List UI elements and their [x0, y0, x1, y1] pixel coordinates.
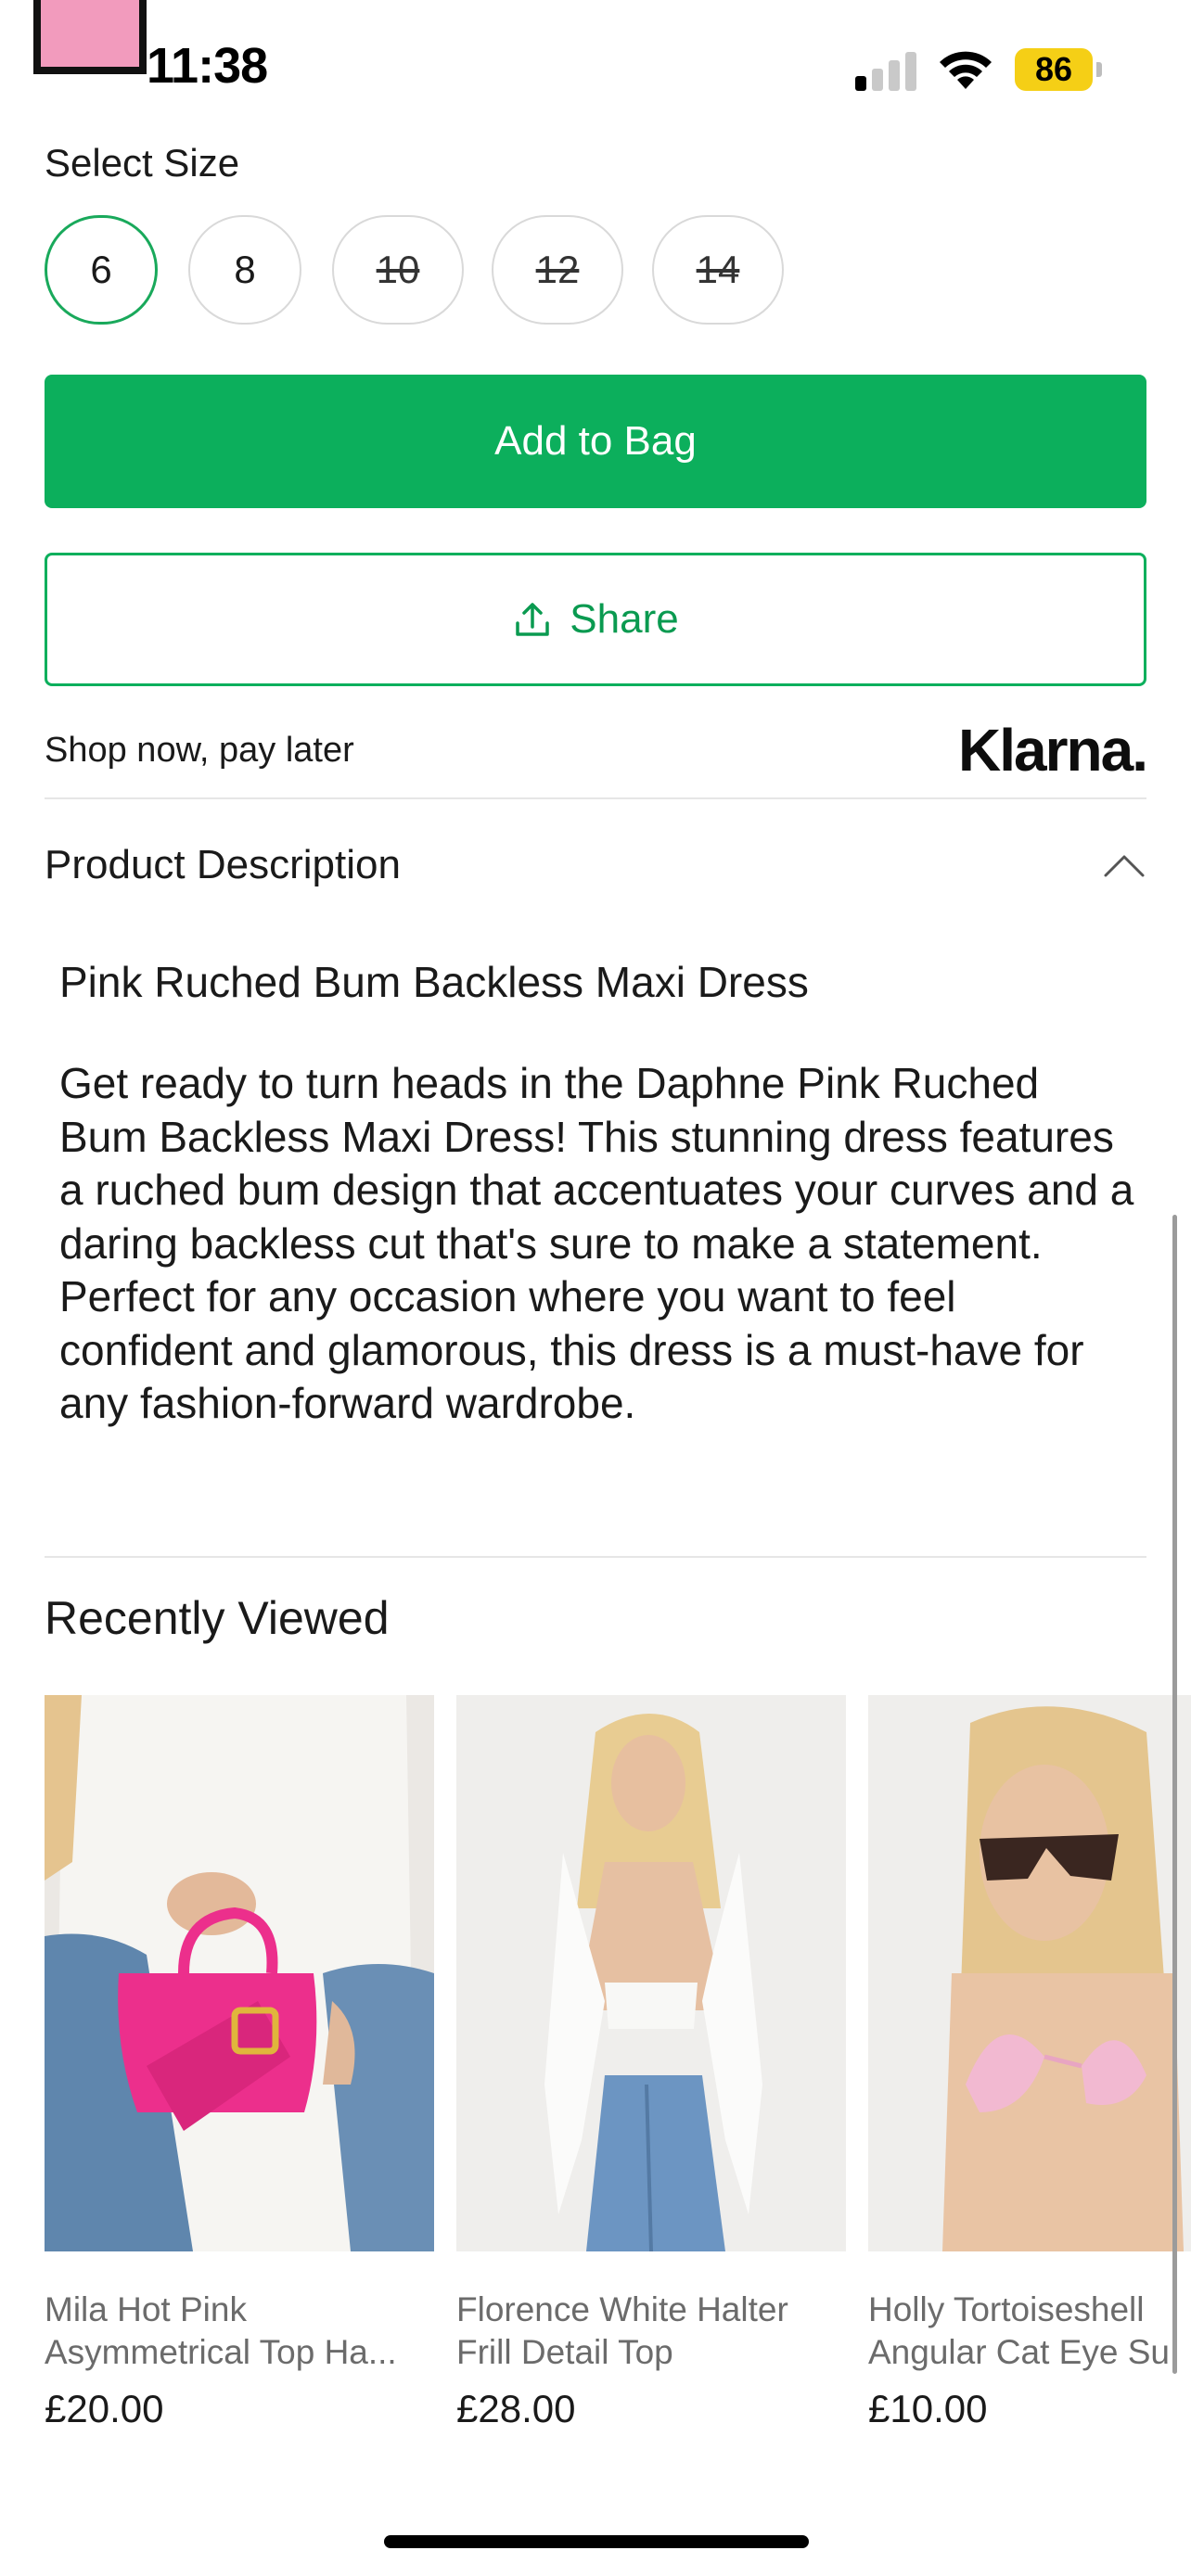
battery-icon: 86 [1015, 48, 1104, 91]
size-option-8[interactable]: 8 [188, 215, 301, 325]
chevron-up-icon [1104, 855, 1145, 877]
size-option-6[interactable]: 6 [45, 215, 158, 325]
product-card-price: £10.00 [868, 2387, 988, 2430]
share-label: Share [570, 596, 679, 642]
pink-handbag-photo[interactable] [45, 1695, 434, 2251]
product-card[interactable]: Holly Tortoiseshell Angular Cat Eye Su £… [868, 1695, 1191, 2431]
product-card-name-line2: Frill Detail Top [456, 2333, 673, 2371]
product-description-toggle[interactable]: Product Description [45, 831, 1146, 905]
status-time: 11:38 [147, 38, 268, 94]
battery-level: 86 [1034, 50, 1073, 88]
wifi-icon [940, 51, 992, 89]
product-card-name-line1: Holly Tortoiseshell [868, 2290, 1145, 2328]
home-indicator[interactable] [384, 2535, 809, 2548]
size-option-10[interactable]: 10 [332, 215, 464, 325]
share-icon [516, 603, 550, 636]
add-to-bag-label: Add to Bag [494, 418, 697, 464]
cellular-signal-icon [855, 52, 918, 91]
size-option-14[interactable]: 14 [652, 215, 784, 325]
divider [45, 797, 1146, 799]
white-halter-top-photo[interactable] [456, 1695, 846, 2251]
product-card-name-line2: Angular Cat Eye Su [868, 2333, 1170, 2371]
recently-viewed-title: Recently Viewed [45, 1592, 390, 1644]
add-to-bag-button[interactable]: Add to Bag [45, 375, 1146, 508]
product-card[interactable]: Florence White Halter Frill Detail Top £… [456, 1695, 846, 2431]
select-size-label: Select Size [45, 141, 240, 185]
product-card-name-line1: Florence White Halter [456, 2290, 788, 2328]
product-card-price: £28.00 [456, 2387, 576, 2430]
product-description-title: Product Description [45, 842, 401, 887]
product-name: Pink Ruched Bum Backless Maxi Dress [59, 958, 809, 1006]
klarna-text: Shop now, pay later [45, 731, 354, 770]
pink-thumbnail-overlay [33, 0, 147, 74]
divider [45, 1556, 1146, 1558]
klarna-logo: Klarna. [958, 717, 1148, 784]
size-option-12[interactable]: 12 [492, 215, 623, 325]
scrollbar[interactable] [1172, 1215, 1177, 2374]
product-card-name-line2: Asymmetrical Top Ha... [45, 2333, 397, 2371]
sunglasses-bikini-photo[interactable] [868, 1695, 1191, 2251]
product-description-body: Get ready to turn heads in the Daphne Pi… [59, 1059, 1134, 1427]
share-button[interactable]: Share [45, 553, 1146, 686]
product-card-price: £20.00 [45, 2387, 164, 2430]
klarna-row[interactable]: Shop now, pay later Klarna. [45, 716, 1148, 792]
product-card-name-line1: Mila Hot Pink [45, 2290, 247, 2328]
status-bar: 11:38 86 [0, 0, 1191, 121]
product-card[interactable]: Mila Hot Pink Asymmetrical Top Ha... £20… [45, 1695, 434, 2431]
